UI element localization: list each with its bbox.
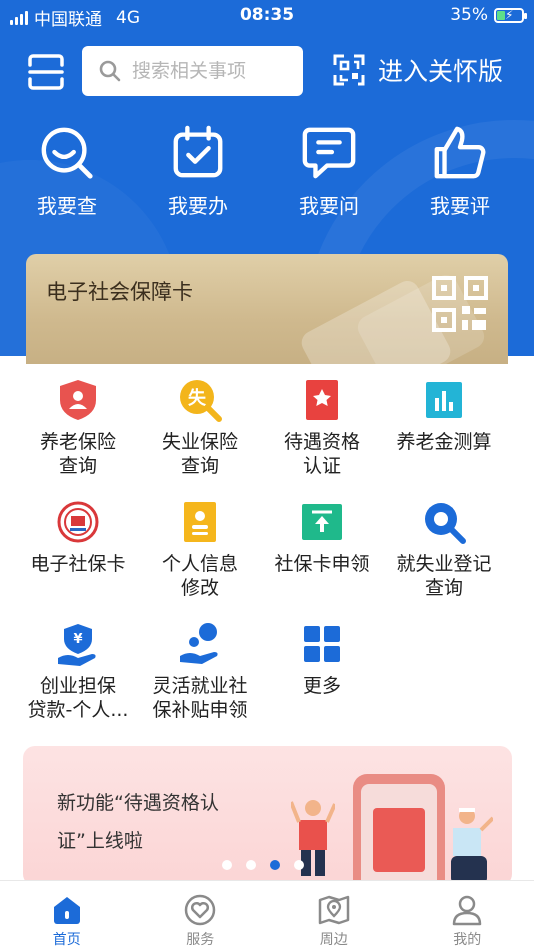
care-mode-label: 进入关怀版 <box>378 57 504 86</box>
status-bar: 中国联通 4G 08:35 35% ⚡ <box>0 0 534 32</box>
quick-action-rate[interactable]: 我要评 <box>396 124 524 219</box>
search-input[interactable] <box>132 60 292 82</box>
pension-shield-icon <box>60 380 96 420</box>
coin-hand-icon <box>180 623 218 664</box>
heart-circle-icon <box>185 894 216 926</box>
search-icon <box>99 60 121 82</box>
service-personal-info[interactable]: 个人信息 修改 <box>139 500 261 600</box>
tab-label: 我的 <box>453 932 482 948</box>
service-qualification-certification[interactable]: 待遇资格 认证 <box>261 378 383 478</box>
user-icon <box>453 895 482 926</box>
card-upload-icon <box>302 504 342 540</box>
service-more[interactable]: 更多 <box>261 622 383 722</box>
quick-action-label: 我要评 <box>430 194 490 218</box>
e-social-security-card[interactable]: 电子社会保障卡 <box>26 254 508 364</box>
service-employment-registration[interactable]: 就失业登记 查询 <box>383 500 505 600</box>
service-card-application[interactable]: 社保卡申领 <box>261 500 383 600</box>
pagination-dot[interactable] <box>294 860 304 870</box>
quick-action-query[interactable]: 我要查 <box>3 124 131 219</box>
map-pin-icon <box>318 895 349 925</box>
pagination-dot[interactable] <box>246 860 256 870</box>
service-label: 养老金测算 <box>396 431 492 453</box>
quick-action-label: 我要办 <box>168 194 228 218</box>
pagination-dot-active[interactable] <box>270 860 280 870</box>
bookmark-star-icon <box>306 380 338 420</box>
service-label: 个人信息 修改 <box>161 553 238 599</box>
tab-label: 周边 <box>319 932 348 948</box>
yen-hand-icon: ¥ <box>58 624 96 666</box>
social-security-emblem-icon <box>57 501 99 543</box>
service-label: 电子社保卡 <box>30 553 126 575</box>
banner-text: 新功能“待遇资格认证”上线啦 <box>57 792 219 852</box>
service-grid: 养老保险 查询 失 失业保险 查询 待遇资格 认证 养老金测算 电子社保卡 个人… <box>17 378 517 722</box>
service-label: 待遇资格 认证 <box>283 431 360 477</box>
scan-code-icon <box>333 54 365 86</box>
tab-label: 服务 <box>186 932 215 948</box>
service-label: 养老保险 查询 <box>39 431 116 477</box>
service-pension-query[interactable]: 养老保险 查询 <box>17 378 139 478</box>
grid-more-icon <box>304 626 340 662</box>
quick-action-ask[interactable]: 我要问 <box>265 124 393 219</box>
scan-icon[interactable] <box>26 52 66 92</box>
tab-label: 首页 <box>52 932 81 948</box>
tab-profile[interactable]: 我的 <box>401 881 534 950</box>
service-pension-calculator[interactable]: 养老金测算 <box>383 378 505 478</box>
service-label: 灵活就业社 保补贴申领 <box>152 675 248 721</box>
service-label: 失业保险 查询 <box>161 431 238 477</box>
service-startup-loan[interactable]: ¥ 创业担保 贷款-个人... <box>17 622 139 722</box>
top-bar: 进入关怀版 <box>0 46 534 98</box>
care-mode-button[interactable]: 进入关怀版 <box>332 52 503 88</box>
unemployment-search-icon: 失 <box>180 380 222 422</box>
service-label: 社保卡申领 <box>274 553 370 575</box>
svg-text:¥: ¥ <box>73 632 82 647</box>
id-card-icon <box>184 502 216 542</box>
quick-action-handle[interactable]: 我要办 <box>134 124 262 219</box>
tab-home[interactable]: 首页 <box>0 881 134 950</box>
service-unemployment-query[interactable]: 失 失业保险 查询 <box>139 378 261 478</box>
magnifier-icon <box>425 503 466 544</box>
bar-chart-icon <box>426 382 462 418</box>
service-label: 更多 <box>302 675 341 697</box>
person-waving-illustration <box>451 808 493 884</box>
qr-code-icon[interactable] <box>432 276 488 332</box>
charging-bolt-icon: ⚡ <box>505 7 514 22</box>
status-right: 35% ⚡ <box>450 5 527 25</box>
bottom-tab-bar: 首页 服务 周边 我的 <box>0 880 534 950</box>
chat-icon <box>302 127 356 179</box>
service-label: 就失业登记 查询 <box>396 553 492 599</box>
battery-percent: 35% <box>450 5 488 25</box>
search-box[interactable] <box>82 46 303 96</box>
service-flexible-employment-subsidy[interactable]: 灵活就业社 保补贴申领 <box>139 622 261 722</box>
thumbs-up-icon <box>434 126 486 179</box>
service-e-social-card[interactable]: 电子社保卡 <box>17 500 139 600</box>
svg-text:失: 失 <box>188 387 207 409</box>
banner-pagination <box>222 860 304 870</box>
tab-nearby[interactable]: 周边 <box>267 881 401 950</box>
quick-action-label: 我要问 <box>299 194 359 218</box>
pagination-dot[interactable] <box>222 860 232 870</box>
quick-actions: 我要查 我要办 我要问 我要评 <box>0 124 534 219</box>
tab-services[interactable]: 服务 <box>134 881 268 950</box>
card-title: 电子社会保障卡 <box>46 280 193 304</box>
battery-icon: ⚡ <box>494 7 527 23</box>
certificate-illustration <box>373 808 425 872</box>
search-face-icon <box>41 127 93 179</box>
calendar-check-icon <box>173 125 223 178</box>
service-label: 创业担保 贷款-个人... <box>27 675 129 721</box>
quick-action-label: 我要查 <box>37 194 97 218</box>
home-icon <box>53 897 80 924</box>
